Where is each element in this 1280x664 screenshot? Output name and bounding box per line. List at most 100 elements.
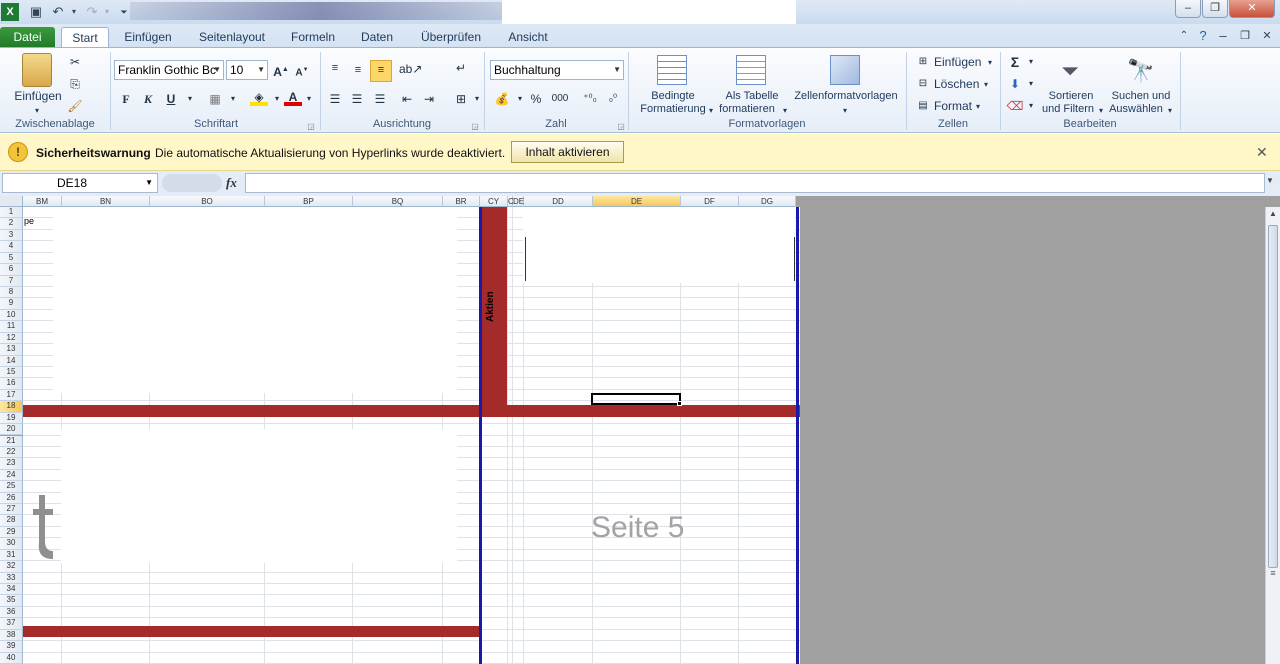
underline-button[interactable]: U — [162, 90, 180, 108]
row-header-7[interactable]: 7 — [0, 275, 23, 287]
row-header-37[interactable]: 37 — [0, 618, 23, 630]
column-header-bn[interactable]: BN — [62, 196, 150, 207]
align-middle-icon[interactable]: ≡ — [349, 61, 367, 79]
selected-cell-de18[interactable] — [591, 393, 681, 405]
row-header-40[interactable]: 40 — [0, 652, 23, 664]
column-header-dg[interactable]: DG — [739, 196, 796, 207]
find-select-label-1[interactable]: Suchen und — [1106, 90, 1176, 103]
row-header-13[interactable]: 13 — [0, 344, 23, 356]
row-header-31[interactable]: 31 — [0, 549, 23, 562]
fill-handle[interactable] — [677, 401, 682, 406]
redo-dropdown-icon[interactable]: ▾ — [98, 3, 116, 21]
row-header-38[interactable]: 38 — [0, 629, 23, 642]
name-box[interactable]: DE18 ▼ — [2, 173, 158, 193]
align-top-icon[interactable]: ≡ — [326, 59, 344, 77]
decrease-decimal-button[interactable]: ₀⁰ — [604, 90, 622, 108]
enable-content-button[interactable]: Inhalt aktivieren — [511, 141, 624, 163]
undo-dropdown-icon[interactable]: ▾ — [65, 3, 83, 21]
minimize-ribbon-icon[interactable]: ⌃ — [1175, 27, 1193, 45]
column-header-bo[interactable]: BO — [150, 196, 265, 207]
find-select-icon[interactable]: 🔭 — [1126, 56, 1156, 86]
save-icon[interactable]: ▣ — [27, 3, 45, 21]
tab-ueberpruefen[interactable]: Überprüfen — [414, 27, 488, 48]
paste-icon[interactable] — [22, 53, 52, 87]
row-header-8[interactable]: 8 — [0, 286, 23, 299]
row-header-29[interactable]: 29 — [0, 526, 23, 539]
row-header-20[interactable]: 20 — [0, 424, 23, 436]
row-header-6[interactable]: 6 — [0, 264, 23, 276]
close-window-button[interactable]: ✕ — [1229, 0, 1275, 18]
tab-datei[interactable]: Datei — [0, 27, 55, 48]
format-as-table-icon[interactable] — [736, 55, 766, 85]
border-icon[interactable]: ▦ — [206, 90, 224, 108]
row-header-22[interactable]: 22 — [0, 446, 23, 459]
format-as-table-label-2[interactable]: formatieren — [712, 103, 782, 116]
row-header-3[interactable]: 3 — [0, 229, 23, 242]
tab-einfuegen[interactable]: Einfügen — [118, 27, 178, 48]
row-header-17[interactable]: 17 — [0, 389, 23, 402]
font-size-combo[interactable]: 10 ▼ — [226, 60, 268, 80]
row-header-25[interactable]: 25 — [0, 481, 23, 493]
row-header-19[interactable]: 19 — [0, 412, 23, 425]
column-header-cy[interactable]: CY — [480, 196, 508, 207]
paste-dropdown-icon[interactable]: ▾ — [30, 104, 44, 117]
align-center-icon[interactable]: ☰ — [348, 90, 366, 108]
sort-filter-label-1[interactable]: Sortieren — [1036, 90, 1106, 103]
italic-button[interactable]: K — [139, 90, 157, 108]
scroll-thumb[interactable] — [1268, 225, 1278, 568]
doc-close-icon[interactable]: ✕ — [1258, 27, 1276, 45]
row-header-10[interactable]: 10 — [0, 309, 23, 322]
row-header-1[interactable]: 1 — [0, 207, 23, 219]
row-header-14[interactable]: 14 — [0, 355, 23, 367]
number-format-combo[interactable]: Buchhaltung ▼ — [490, 60, 624, 80]
grow-font-icon[interactable]: A▲ — [272, 61, 290, 79]
row-header-16[interactable]: 16 — [0, 378, 23, 390]
find-select-label-2[interactable]: Auswählen — [1104, 103, 1168, 116]
minimize-button[interactable]: – — [1175, 0, 1201, 18]
row-header-21[interactable]: 21 — [0, 435, 23, 447]
row-header-26[interactable]: 26 — [0, 492, 23, 505]
font-name-combo[interactable]: Franklin Gothic Bc ▼ — [114, 60, 224, 80]
cut-icon[interactable]: ✂ — [66, 53, 84, 71]
scroll-up-icon[interactable]: ▲ — [1267, 209, 1279, 221]
sort-filter-label-2[interactable]: und Filtern — [1036, 103, 1100, 116]
row-header-33[interactable]: 33 — [0, 572, 23, 585]
format-painter-icon[interactable]: 🖌 — [66, 97, 84, 115]
accounting-format-icon[interactable]: 💰 — [493, 90, 511, 108]
doc-restore-icon[interactable]: ❐ — [1236, 27, 1254, 45]
row-header-5[interactable]: 5 — [0, 252, 23, 265]
sort-filter-icon[interactable]: ⏷ — [1055, 56, 1085, 86]
row-header-15[interactable]: 15 — [0, 366, 23, 379]
insert-function-icon[interactable]: fx — [226, 175, 237, 191]
shrink-font-icon[interactable]: A▼ — [293, 61, 311, 79]
formula-bar-splitter[interactable] — [162, 174, 222, 192]
format-cells-icon[interactable]: ▤ — [914, 97, 932, 115]
help-icon[interactable]: ? — [1194, 27, 1212, 45]
increase-decimal-button[interactable]: ⁺⁰₀ — [581, 90, 599, 108]
row-header-4[interactable]: 4 — [0, 241, 23, 253]
font-color-dropdown-icon[interactable]: ▾ — [300, 90, 318, 108]
cell-styles-icon[interactable] — [830, 55, 860, 85]
tab-seitenlayout[interactable]: Seitenlayout — [192, 27, 272, 48]
tab-formeln[interactable]: Formeln — [284, 27, 342, 48]
wrap-text-icon[interactable]: ↵ — [452, 59, 470, 77]
column-header-dd[interactable]: DD — [524, 196, 593, 207]
orientation-icon[interactable]: ab↗ — [399, 60, 422, 78]
row-header-23[interactable]: 23 — [0, 458, 23, 470]
row-header-12[interactable]: 12 — [0, 332, 23, 345]
row-header-11[interactable]: 11 — [0, 321, 23, 333]
bold-button[interactable]: F — [117, 90, 135, 108]
paste-button-label[interactable]: Einfügen — [8, 90, 68, 103]
insert-cells-icon[interactable]: ⊞ — [914, 53, 932, 71]
formula-input[interactable] — [245, 173, 1265, 193]
tab-start[interactable]: Start — [61, 27, 109, 48]
align-left-icon[interactable]: ☰ — [326, 90, 344, 108]
cell-styles-label[interactable]: Zellenformatvorlagen — [788, 90, 904, 103]
tab-ansicht[interactable]: Ansicht — [502, 27, 554, 48]
restore-button[interactable]: ❐ — [1202, 0, 1228, 18]
align-right-icon[interactable]: ☰ — [371, 90, 389, 108]
row-header-35[interactable]: 35 — [0, 595, 23, 607]
row-header-24[interactable]: 24 — [0, 469, 23, 482]
decrease-indent-icon[interactable]: ⇤ — [398, 90, 416, 108]
conditional-formatting-label-2[interactable]: Formatierung — [630, 103, 716, 116]
